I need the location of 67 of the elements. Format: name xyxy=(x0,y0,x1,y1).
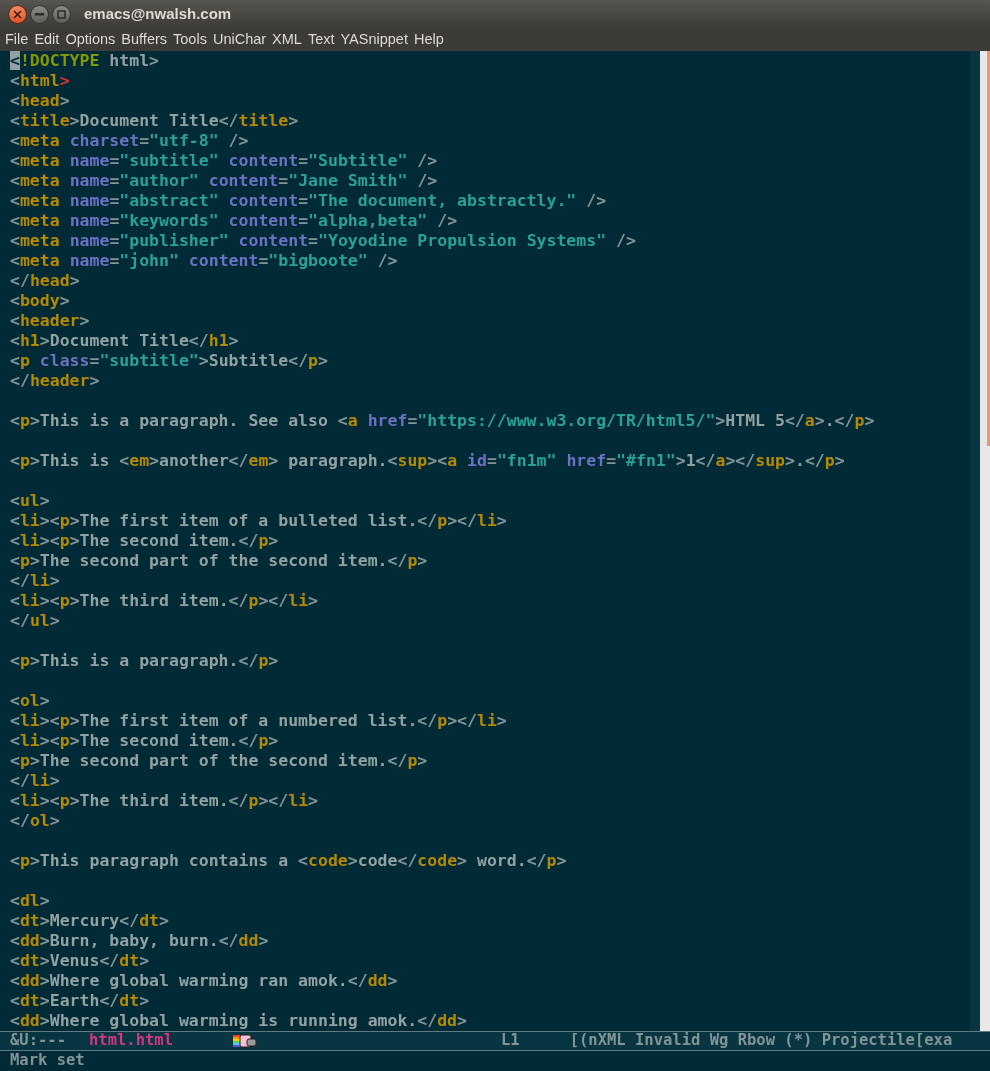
code-line: <dd>Burn, baby, burn.</dd> xyxy=(10,931,269,951)
menu-item[interactable]: UniChar xyxy=(209,28,270,51)
code-line: <dd>Where global warming ran amok.</dd> xyxy=(10,971,398,991)
code-line: <meta name="keywords" content="alpha,beta" /> xyxy=(10,211,458,231)
buffer-name: html.html xyxy=(89,1030,173,1052)
menu-item[interactable]: XML xyxy=(269,28,305,51)
code-line: <li><p>The third item.</p></li> xyxy=(10,791,318,811)
code-line: <dd>Where global warming is running amok.</dd> xyxy=(10,1011,467,1031)
code-line: <p>The second part of the second item.</p> xyxy=(10,551,428,571)
code-line: <title>Document Title</title> xyxy=(10,111,299,131)
code-line: <ul> xyxy=(10,491,50,511)
code-line: <!DOCTYPE html> xyxy=(10,51,160,71)
menu-item[interactable]: Help xyxy=(410,28,447,51)
code-line: <h1>Document Title</h1> xyxy=(10,331,239,351)
code-line: <p>This paragraph contains a <code>code</code> word.</p> xyxy=(10,851,567,871)
code-line: <p>The second part of the second item.</p> xyxy=(10,751,428,771)
window-title: emacs@nwalsh.com xyxy=(84,3,232,24)
code-line: <dt>Mercury</dt> xyxy=(10,911,169,931)
code-line: </ol> xyxy=(10,811,60,831)
code-line: <meta name="john" content="bigboote" /> xyxy=(10,251,398,271)
code-line: <p>This is a paragraph.</p> xyxy=(10,651,279,671)
code-line: <body> xyxy=(10,291,70,311)
code-line: <p>This is <em>another</em> paragraph.<sup><a id="fn1m" href="#fn1">1</a></sup>.</p> xyxy=(10,451,845,471)
nyan-cat-icon xyxy=(233,1033,257,1049)
code-line: </header> xyxy=(10,371,100,391)
code-line: <p>This is a paragraph. See also <a href="https://www.w3.org/TR/html5/">HTML 5</a>.</p> xyxy=(10,411,875,431)
menu-item[interactable]: Buffers xyxy=(118,28,171,51)
code-line: <dt>Venus</dt> xyxy=(10,951,150,971)
maximize-icon xyxy=(57,9,66,19)
code-line: <html> xyxy=(10,71,70,91)
code-line: <meta name="publisher" content="Yoyodine Propulsion Systems" /> xyxy=(10,231,636,251)
code-line: <li><p>The first item of a numbered list.</p></li> xyxy=(10,711,507,731)
minimize-button[interactable] xyxy=(30,4,49,24)
code-line: <head> xyxy=(10,91,70,111)
code-line: <meta name="subtitle" content="Subtitle" /> xyxy=(10,151,438,171)
minor-modes: [(nXML Invalid Wg Rbow (*) Projectile[exa xyxy=(569,1030,953,1052)
minimize-icon xyxy=(35,12,44,16)
code-line: <li><p>The second item.</p> xyxy=(10,731,279,751)
menu-item[interactable]: File xyxy=(2,28,32,51)
code-line: <li><p>The second item.</p> xyxy=(10,531,279,551)
code-line: <meta name="abstract" content="The document, abstractly." /> xyxy=(10,191,607,211)
code-line: </li> xyxy=(10,571,60,591)
echo-message: Mark set xyxy=(10,1050,85,1071)
menu-item[interactable]: Options xyxy=(62,28,119,51)
buffer-status: &U:--- xyxy=(10,1030,66,1052)
close-icon xyxy=(13,9,22,19)
menu-item[interactable]: YASnippet xyxy=(337,28,411,51)
menu-item[interactable]: Text xyxy=(304,28,338,51)
code-line: <li><p>The third item.</p></li> xyxy=(10,591,318,611)
code-line: </ul> xyxy=(10,611,60,631)
code-line: <meta name="author" content="Jane Smith" /> xyxy=(10,171,438,191)
code-line: </li> xyxy=(10,771,60,791)
code-line: <ol> xyxy=(10,691,50,711)
scrollbar[interactable] xyxy=(980,51,990,1031)
code-line: <p class="subtitle">Subtitle</p> xyxy=(10,351,328,371)
code-line: <dl> xyxy=(10,891,50,911)
maximize-button[interactable] xyxy=(52,4,71,24)
code-line: <li><p>The first item of a bulleted list.</p></li> xyxy=(10,511,507,531)
code-line: </head> xyxy=(10,271,80,291)
menu-item[interactable]: Edit xyxy=(31,28,63,51)
code-line: <dt>Earth</dt> xyxy=(10,991,150,1011)
code-line: <header> xyxy=(10,311,90,331)
scrollbar-thumb[interactable] xyxy=(987,51,990,446)
menu-item[interactable]: Tools xyxy=(170,28,210,51)
close-button[interactable] xyxy=(8,4,27,24)
line-position: L1 xyxy=(501,1030,520,1052)
code-line: <meta charset="utf-8" /> xyxy=(10,131,249,151)
